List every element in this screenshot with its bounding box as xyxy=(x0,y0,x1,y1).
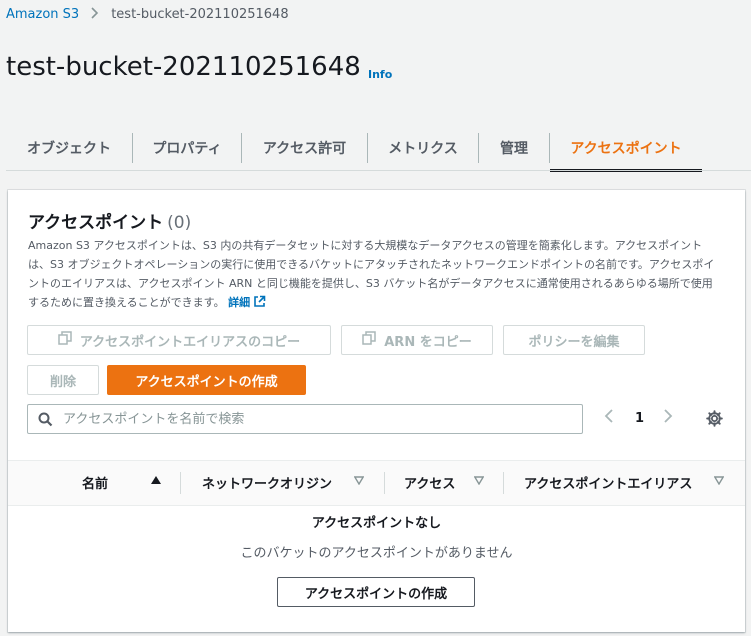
panel-title-text: アクセスポイント xyxy=(28,213,164,233)
empty-state-create-label: アクセスポイントの作成 xyxy=(304,586,448,602)
breadcrumb-root-link[interactable]: Amazon S3 xyxy=(6,7,79,22)
access-point-count: (0) xyxy=(167,213,192,233)
column-header-name[interactable]: 名前 xyxy=(82,473,108,492)
tab-management[interactable]: 管理 xyxy=(479,126,549,170)
empty-state-description: このバケットのアクセスポイントがありません xyxy=(240,546,513,561)
delete-button[interactable]: 削除 xyxy=(27,365,99,395)
empty-state-title: アクセスポイントなし xyxy=(311,516,442,531)
access-points-panel: アクセスポイント (0) Amazon S3 アクセスポイントは、S3 内の共有デ… xyxy=(8,190,745,632)
tabs-divider-line xyxy=(6,170,751,171)
panel-title: アクセスポイント (0) xyxy=(28,208,191,233)
sort-icon[interactable] xyxy=(713,476,725,488)
column-header-network-origin[interactable]: ネットワークオリジン xyxy=(202,473,332,492)
tab-permissions[interactable]: アクセス許可 xyxy=(242,126,367,170)
copy-arn-button[interactable]: ARN をコピー xyxy=(341,325,493,355)
table-header: 名前 ネットワークオリジン アクセス アクセスポイントエイリアス xyxy=(8,460,745,506)
external-link-icon xyxy=(253,295,266,314)
settings-gear-icon[interactable] xyxy=(706,410,723,431)
tab-metrics[interactable]: メトリクス xyxy=(368,126,478,170)
column-header-access[interactable]: アクセス xyxy=(404,473,455,492)
column-header-alias[interactable]: アクセスポイントエイリアス xyxy=(524,473,692,492)
column-divider xyxy=(180,472,181,494)
search-input[interactable] xyxy=(61,410,565,428)
description-text: Amazon S3 アクセスポイントは、S3 内の共有データセットに対する大規模… xyxy=(28,239,715,309)
search-field[interactable] xyxy=(27,404,583,434)
info-link[interactable]: Info xyxy=(368,68,392,81)
pagination-current-page[interactable]: 1 xyxy=(635,411,644,426)
page-title: test-bucket-202110251648 xyxy=(6,52,361,82)
edit-policy-label: ポリシーを編集 xyxy=(528,334,620,350)
chevron-right-icon xyxy=(91,7,99,22)
create-access-point-button[interactable]: アクセスポイントの作成 xyxy=(107,365,306,395)
tab-objects[interactable]: オブジェクト xyxy=(6,126,132,170)
copy-icon xyxy=(362,331,376,349)
copy-icon xyxy=(58,331,72,349)
sort-ascending-icon[interactable] xyxy=(151,475,161,488)
search-icon xyxy=(38,412,53,427)
learn-more-label[interactable]: 詳細 xyxy=(228,296,250,309)
pagination-prev-icon[interactable] xyxy=(604,409,614,427)
create-access-point-label: アクセスポイントの作成 xyxy=(135,374,278,390)
breadcrumb: Amazon S3 test-bucket-202110251648 xyxy=(6,7,289,22)
panel-description: Amazon S3 アクセスポイントは、S3 内の共有データセットに対する大規模… xyxy=(28,236,718,314)
tab-bar: オブジェクト プロパティ アクセス許可 メトリクス 管理 アクセスポイント xyxy=(6,126,702,172)
column-divider xyxy=(503,472,504,494)
sort-icon[interactable] xyxy=(473,476,485,488)
edit-policy-button[interactable]: ポリシーを編集 xyxy=(503,325,645,355)
sort-icon[interactable] xyxy=(353,476,365,488)
pagination-next-icon[interactable] xyxy=(663,409,673,427)
copy-arn-label: ARN をコピー xyxy=(384,334,472,350)
column-divider xyxy=(384,472,385,494)
tab-access-points[interactable]: アクセスポイント xyxy=(550,126,702,172)
learn-more-link[interactable]: 詳細 xyxy=(228,295,266,309)
empty-state-create-button[interactable]: アクセスポイントの作成 xyxy=(277,577,475,607)
delete-label: 削除 xyxy=(49,374,76,390)
tab-properties[interactable]: プロパティ xyxy=(133,126,241,170)
breadcrumb-current: test-bucket-202110251648 xyxy=(111,7,289,22)
copy-alias-label: アクセスポイントエイリアスのコピー xyxy=(79,334,301,350)
copy-alias-button[interactable]: アクセスポイントエイリアスのコピー xyxy=(27,325,331,355)
